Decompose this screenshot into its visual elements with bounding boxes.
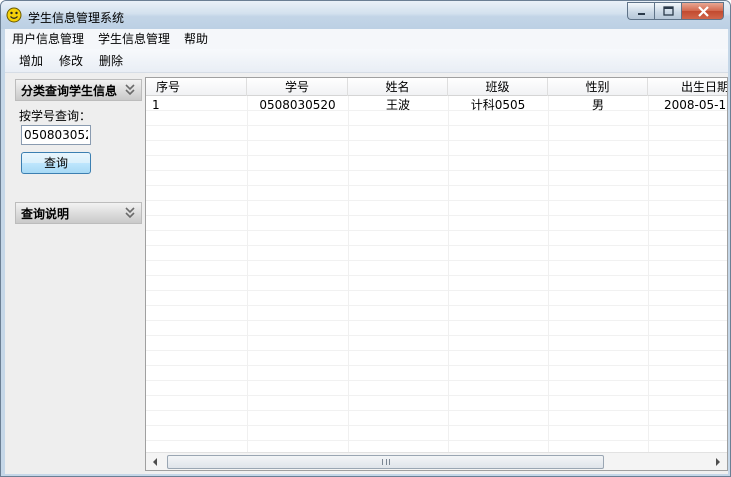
column-divider <box>448 96 449 452</box>
cell-class: 计科0505 <box>470 98 526 112</box>
toolbar: 增加 修改 删除 <box>5 49 728 73</box>
add-button[interactable]: 增加 <box>5 50 51 72</box>
sidebar: 分类查询学生信息 按学号查询： 查询 查询说明 <box>5 73 145 474</box>
cell-name: 王波 <box>385 98 410 112</box>
column-divider <box>247 96 248 452</box>
horizontal-scrollbar[interactable] <box>146 452 727 470</box>
column-divider <box>348 96 349 452</box>
grid-body: 1 0508030520 王波 计科0505 男 2008-05-13 <box>146 96 728 452</box>
grid-header: 序号 学号 姓名 班级 性别 出生日期 <box>146 78 727 96</box>
window-title: 学生信息管理系统 <box>28 11 125 25</box>
group-query-header[interactable]: 分类查询学生信息 <box>15 79 142 101</box>
column-divider <box>548 96 549 452</box>
scroll-right-arrow-icon[interactable] <box>712 456 724 468</box>
student-grid[interactable]: 序号 学号 姓名 班级 性别 出生日期 1 0508030520 王波 计科05… <box>145 77 728 471</box>
maximize-icon <box>663 6 674 16</box>
edit-button[interactable]: 修改 <box>51 50 91 72</box>
column-header-birthdate[interactable]: 出生日期 <box>648 78 727 96</box>
app-window: 学生信息管理系统 用户信息管理 学生信息管理 帮助 增加 修改 删除 分类查询学… <box>0 0 731 477</box>
column-header-gender[interactable]: 性别 <box>548 78 648 96</box>
column-header-class[interactable]: 班级 <box>448 78 548 96</box>
close-button[interactable] <box>681 2 724 20</box>
menu-bar: 用户信息管理 学生信息管理 帮助 <box>5 29 728 49</box>
cell-index: 1 <box>152 98 160 112</box>
maximize-button[interactable] <box>654 2 681 20</box>
column-divider <box>648 96 649 452</box>
column-header-index[interactable]: 序号 <box>146 78 247 96</box>
cell-student-id: 0508030520 <box>259 98 336 112</box>
content-area: 分类查询学生信息 按学号查询： 查询 查询说明 序号 学号 姓名 班级 <box>5 73 728 474</box>
cell-birthdate: 2008-05-13 <box>664 98 728 112</box>
menu-help[interactable]: 帮助 <box>177 29 215 49</box>
group-query-title: 分类查询学生信息 <box>21 83 118 98</box>
query-button[interactable]: 查询 <box>21 152 91 174</box>
scrollbar-thumb[interactable] <box>167 455 604 469</box>
smiley-app-icon <box>6 7 22 23</box>
group-help-title: 查询说明 <box>21 206 70 221</box>
menu-user-info[interactable]: 用户信息管理 <box>5 29 91 49</box>
window-controls <box>627 2 724 20</box>
group-help-header[interactable]: 查询说明 <box>15 202 142 224</box>
column-header-name[interactable]: 姓名 <box>348 78 448 96</box>
menu-student-info[interactable]: 学生信息管理 <box>91 29 177 49</box>
scrollbar-grip-icon <box>382 459 390 465</box>
scroll-left-arrow-icon[interactable] <box>149 456 161 468</box>
delete-button[interactable]: 删除 <box>91 50 131 72</box>
chevron-double-down-icon <box>125 84 135 96</box>
student-id-input[interactable] <box>21 125 91 145</box>
cell-gender: 男 <box>591 98 604 112</box>
column-header-student-id[interactable]: 学号 <box>247 78 348 96</box>
chevron-double-down-icon <box>125 207 135 219</box>
minimize-icon <box>638 13 645 15</box>
search-by-id-label: 按学号查询： <box>19 109 92 123</box>
title-bar[interactable]: 学生信息管理系统 <box>1 1 730 29</box>
minimize-button[interactable] <box>627 2 654 20</box>
close-icon <box>698 6 709 17</box>
